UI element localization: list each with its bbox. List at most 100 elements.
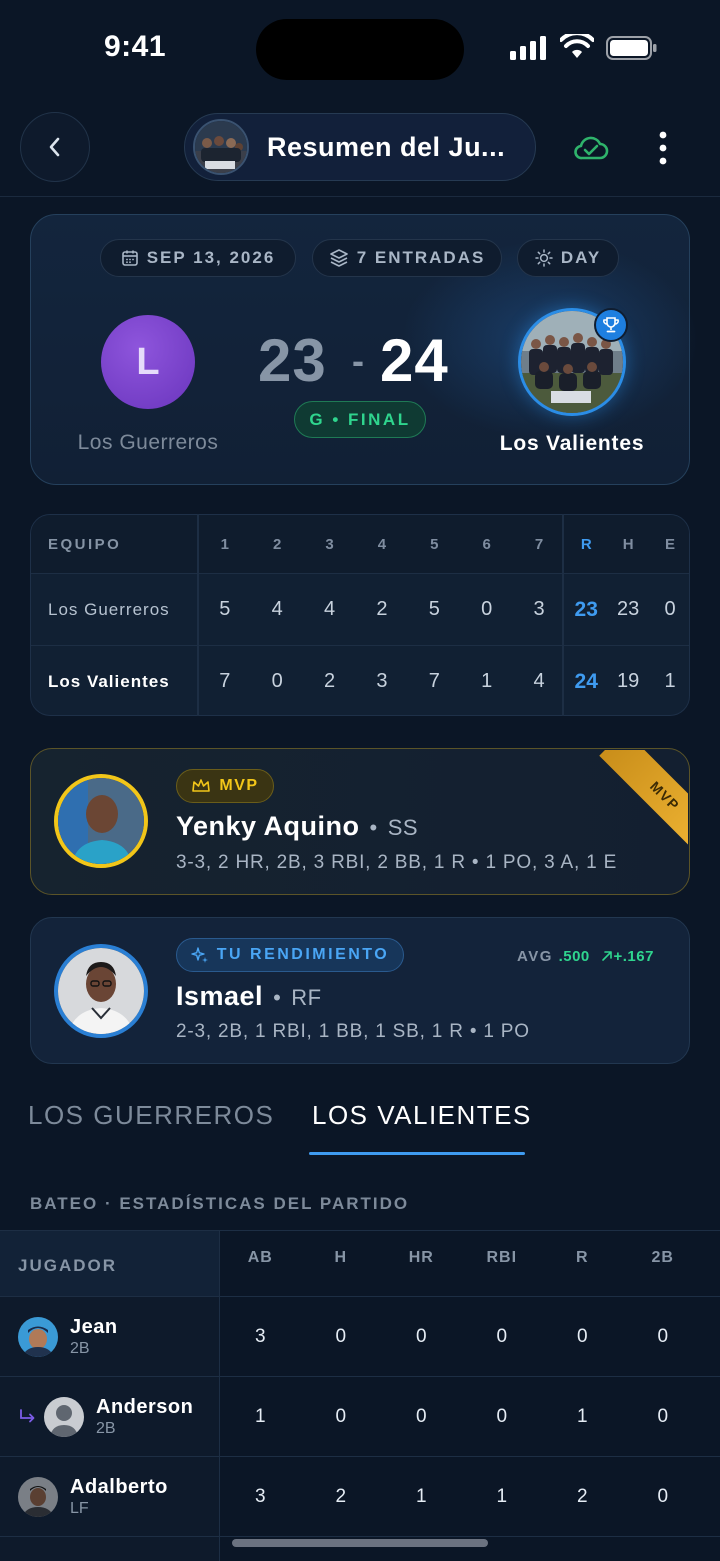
my-stat-line: 2-3, 2B, 1 RBI, 1 BB, 1 SB, 1 R • 1 PO (176, 1021, 530, 1042)
player-name[interactable]: Anderson (96, 1396, 193, 1419)
line-score-table: EQUIPO 1 2 3 4 5 6 7 R H E Los Guerreros… (30, 514, 690, 716)
errors-cell: 0 (664, 598, 676, 620)
inning-cell: 7 (428, 670, 440, 692)
stat-cell: 1 (415, 1485, 427, 1507)
header-inning-4: 4 (377, 535, 387, 553)
column-header-rbi[interactable]: RBI (462, 1231, 543, 1267)
stat-cell: 1 (254, 1405, 266, 1427)
day-label: DAY (560, 248, 602, 267)
player-avatar (18, 1316, 58, 1357)
score-separator: - (352, 340, 364, 381)
home-score: 24 (380, 327, 449, 394)
game-title-pill[interactable]: Resumen del Ju... (184, 113, 536, 181)
inning-cell: 3 (533, 598, 545, 620)
header-divider (0, 196, 720, 197)
stat-cell: 0 (657, 1325, 669, 1347)
dynamic-island (256, 19, 464, 80)
line-score-header: EQUIPO 1 2 3 4 5 6 7 R H E (31, 515, 689, 573)
my-player-avatar[interactable] (54, 944, 148, 1038)
batting-section-title: BATEO · ESTADÍSTICAS DEL PARTIDO (30, 1194, 410, 1213)
mvp-player-name[interactable]: Yenky Aquino (176, 811, 360, 841)
more-vertical-icon[interactable] (654, 130, 672, 166)
header-inning-3: 3 (325, 535, 334, 553)
inning-cell: 4 (271, 598, 283, 620)
my-performance-badge: TU RENDIMIENTO (176, 938, 404, 972)
line-score-team: Los Guerreros (48, 599, 170, 619)
stat-cell: 0 (657, 1485, 669, 1507)
stat-cell: 2 (335, 1485, 347, 1507)
battery-icon (606, 36, 657, 60)
hits-cell: 23 (617, 598, 640, 620)
player-info: Adalberto LF (70, 1476, 168, 1518)
inning-cell: 0 (481, 598, 493, 620)
hits-cell: 19 (617, 670, 640, 692)
header-runs: R (580, 535, 592, 553)
column-header-ab[interactable]: AB (220, 1231, 301, 1267)
inning-cell: 2 (376, 598, 388, 620)
stat-cell: 0 (415, 1405, 427, 1427)
mvp-ribbon: MVP (570, 750, 688, 868)
innings-chip: 7 ENTRADAS (312, 239, 502, 277)
inning-cell: 2 (324, 670, 336, 692)
avg-indicator: AVG .500 +.167 (517, 948, 654, 965)
my-player-name[interactable]: Ismael (176, 981, 263, 1011)
player-name[interactable]: Jean (70, 1316, 118, 1339)
player-cell[interactable]: Adalberto LF (0, 1457, 220, 1536)
player-cell[interactable]: Jean 2B (0, 1297, 220, 1376)
header-inning-5: 5 (430, 535, 439, 553)
line-score-team: Los Valientes (48, 671, 170, 691)
inning-cell: 0 (271, 670, 283, 692)
active-tab-indicator (309, 1152, 525, 1155)
arrow-up-right-icon (602, 951, 613, 961)
tab-los-guerreros[interactable]: LOS GUERREROS (28, 1100, 274, 1131)
away-team-avatar[interactable]: L (101, 315, 195, 409)
inning-cell: 4 (324, 598, 336, 620)
table-row[interactable]: Adalberto LF 3 2 1 1 2 0 (0, 1456, 720, 1536)
home-indicator[interactable] (232, 1539, 488, 1547)
player-cell[interactable]: Anderson 2B (0, 1377, 220, 1456)
date-chip: SEP 13, 2026 (100, 239, 296, 277)
inning-cell: 3 (376, 670, 388, 692)
game-status-badge: G • FINAL (294, 401, 426, 438)
layers-icon (329, 249, 348, 267)
crown-icon (192, 779, 211, 792)
inning-cell: 4 (533, 670, 545, 692)
avg-value: .500 (558, 948, 590, 965)
header-hits: H (622, 535, 634, 553)
tab-los-valientes[interactable]: LOS VALIENTES (312, 1100, 532, 1131)
player-avatar (18, 1476, 58, 1517)
line-score-row: Los Valientes 7 0 2 3 7 1 4 24 19 1 (31, 645, 689, 715)
away-team-name[interactable]: Los Guerreros (30, 431, 266, 455)
calendar-icon (121, 250, 138, 266)
stat-cell: 0 (335, 1325, 347, 1347)
column-header-hr[interactable]: HR (381, 1231, 462, 1267)
mvp-ribbon-label: MVP (599, 750, 688, 862)
player-cell[interactable] (0, 1537, 220, 1561)
line-score-divider (562, 514, 564, 716)
table-row[interactable]: Jean 2B 3 0 0 0 0 0 (0, 1296, 720, 1376)
mvp-player-avatar[interactable] (54, 774, 148, 868)
table-row[interactable]: Anderson 2B 1 0 0 0 1 0 (0, 1376, 720, 1456)
runs-cell: 23 (574, 597, 598, 621)
substitution-arrow-icon (20, 1408, 35, 1422)
column-header-2b[interactable]: 2B (623, 1231, 704, 1267)
back-button[interactable] (20, 112, 90, 182)
column-header-r[interactable]: R (542, 1231, 623, 1267)
away-score: 23 (258, 327, 327, 394)
stat-cell: 0 (657, 1405, 669, 1427)
column-header-h[interactable]: H (301, 1231, 382, 1267)
header-inning-2: 2 (273, 535, 282, 553)
wifi-icon (560, 34, 594, 58)
player-info: Anderson 2B (96, 1396, 193, 1438)
mvp-badge: MVP (176, 769, 274, 803)
header-inning-7: 7 (534, 535, 544, 553)
player-position: 2B (96, 1419, 116, 1437)
player-position: LF (70, 1499, 89, 1517)
player-name[interactable]: Adalberto (70, 1476, 168, 1499)
inning-cell: 5 (219, 598, 231, 620)
header-errors: E (665, 535, 676, 553)
home-team-name[interactable]: Los Valientes (460, 432, 684, 456)
column-header-player: JUGADOR (0, 1231, 220, 1296)
cloud-check-icon[interactable] (572, 134, 610, 162)
errors-cell: 1 (664, 670, 676, 692)
